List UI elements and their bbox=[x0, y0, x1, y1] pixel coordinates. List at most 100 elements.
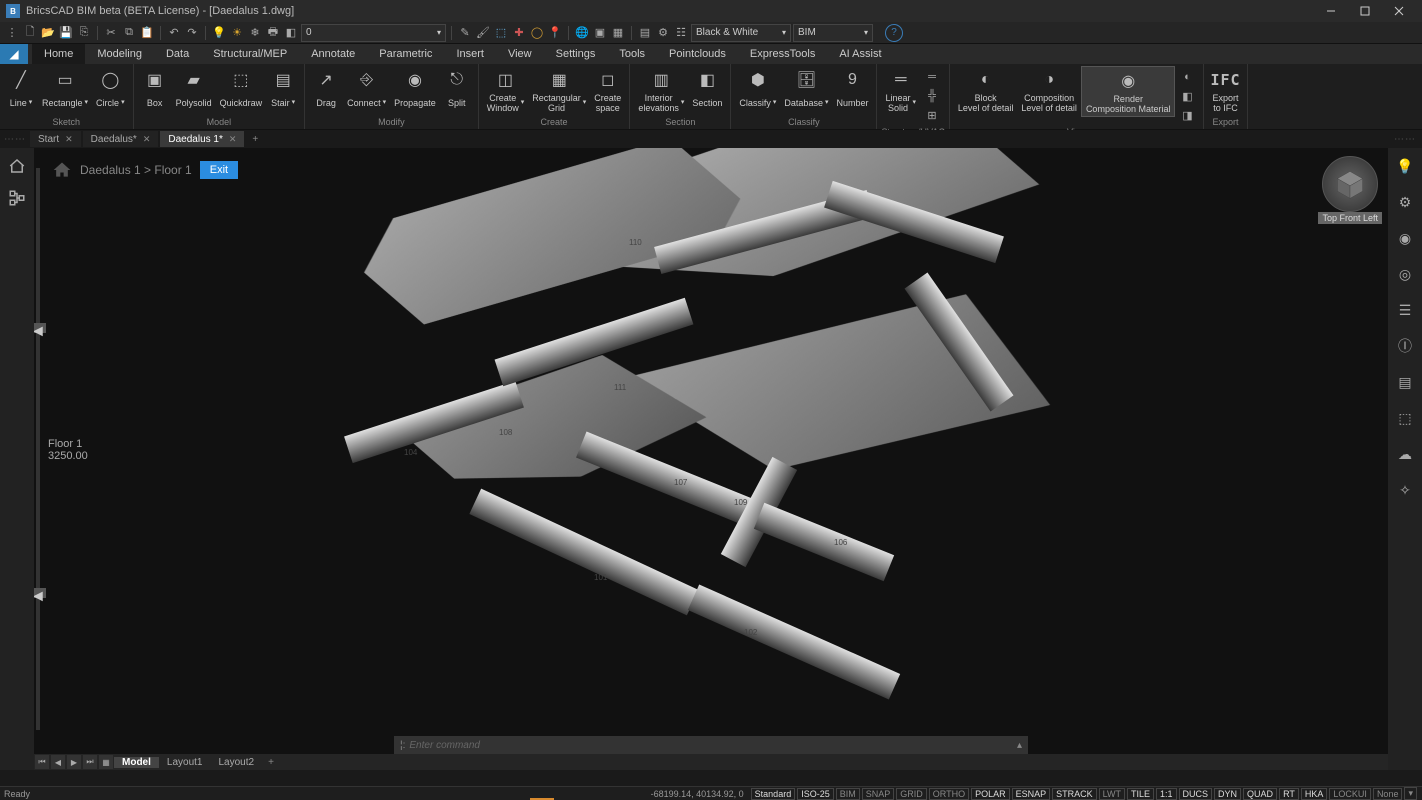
last-layout-button[interactable]: ⏭ bbox=[83, 755, 97, 769]
ribbon-tool-box[interactable]: ▣Box bbox=[138, 66, 172, 115]
ribbon-tool-rectangle[interactable]: ▭Rectangle▾ bbox=[38, 66, 92, 115]
ribbon-tool-linearsolid[interactable]: ═LinearSolid▾ bbox=[881, 66, 920, 115]
help-icon[interactable]: ? bbox=[885, 24, 903, 42]
visibility-icon[interactable]: ◎ bbox=[1393, 262, 1417, 286]
command-line[interactable]: ¦: Enter command ▴ bbox=[394, 736, 1028, 754]
freeze-icon[interactable]: ❄ bbox=[247, 25, 263, 41]
ribbon-tool-line[interactable]: ╱Line▾ bbox=[4, 66, 38, 115]
next-layout-button[interactable]: ▶ bbox=[67, 755, 81, 769]
crosshair-icon[interactable]: ✚ bbox=[511, 25, 527, 41]
status-current-layer[interactable]: None bbox=[1373, 788, 1403, 800]
menu-tab-modeling[interactable]: Modeling bbox=[85, 44, 154, 64]
status-toggle-ortho[interactable]: ORTHO bbox=[929, 788, 969, 800]
layout-tab-layout1[interactable]: Layout1 bbox=[159, 757, 211, 768]
ribbon-tool-connect[interactable]: ⎆Connect▾ bbox=[343, 66, 390, 115]
lasso-icon[interactable]: ◯ bbox=[529, 25, 545, 41]
document-tab[interactable]: Daedalus 1*✕ bbox=[160, 131, 244, 147]
status-toggle-grid[interactable]: GRID bbox=[896, 788, 927, 800]
sun-icon[interactable]: ☀ bbox=[229, 25, 245, 41]
menu-tab-expresstools[interactable]: ExpressTools bbox=[738, 44, 827, 64]
add-layout-button[interactable]: + bbox=[262, 757, 280, 768]
menu-tab-parametric[interactable]: Parametric bbox=[367, 44, 444, 64]
sheet-icon[interactable]: ▤ bbox=[637, 25, 653, 41]
sliders-icon[interactable]: ⚙ bbox=[1393, 190, 1417, 214]
ribbon-tool-polysolid[interactable]: ▰Polysolid bbox=[172, 66, 216, 115]
layout-grid-icon[interactable]: ▦ bbox=[99, 755, 113, 769]
visual-style-dropdown[interactable]: Black & White▾ bbox=[691, 24, 791, 42]
first-layout-button[interactable]: ⏮ bbox=[35, 755, 49, 769]
status-toggle-hka[interactable]: HKA bbox=[1301, 788, 1328, 800]
layout-tab-layout2[interactable]: Layout2 bbox=[210, 757, 262, 768]
match-icon[interactable]: ✎ bbox=[457, 25, 473, 41]
cut-icon[interactable]: ✂ bbox=[103, 25, 119, 41]
ribbon-tool-split[interactable]: ⎋Split bbox=[440, 66, 474, 115]
status-toggle-rt[interactable]: RT bbox=[1279, 788, 1299, 800]
save-all-icon[interactable]: ⎘ bbox=[76, 25, 92, 41]
save-icon[interactable]: 💾 bbox=[58, 25, 74, 41]
small-tool-icon[interactable]: ⊞ bbox=[922, 106, 942, 124]
ribbon-tool-quickdraw[interactable]: ⬚Quickdraw bbox=[216, 66, 267, 115]
ribbon-tool-classify[interactable]: ⬢Classify▾ bbox=[735, 66, 780, 115]
pin-icon[interactable]: ✧ bbox=[1393, 478, 1417, 502]
redo-icon[interactable]: ↷ bbox=[184, 25, 200, 41]
view-cube[interactable] bbox=[1322, 156, 1378, 212]
ribbon-tool-rectangulargrid[interactable]: ▦RectangularGrid▾ bbox=[528, 66, 590, 115]
menu-tab-aiassist[interactable]: AI Assist bbox=[827, 44, 893, 64]
exit-button[interactable]: Exit bbox=[200, 161, 238, 179]
ribbon-tool-rendercompositionmaterial[interactable]: ◉RenderComposition Material bbox=[1081, 66, 1176, 117]
slider-thumb-lower[interactable]: ◄ bbox=[34, 588, 46, 598]
ribbon-tool-stair[interactable]: ▤Stair▾ bbox=[266, 66, 300, 115]
layers-stack-icon[interactable]: ☰ bbox=[1393, 298, 1417, 322]
add-document-button[interactable]: + bbox=[246, 134, 264, 145]
status-toggle-strack[interactable]: STRACK bbox=[1052, 788, 1097, 800]
print-icon[interactable]: 🖶 bbox=[265, 25, 281, 41]
status-toggle-esnap[interactable]: ESNAP bbox=[1012, 788, 1051, 800]
light-icon[interactable]: 💡 bbox=[211, 25, 227, 41]
menu-tab-pointclouds[interactable]: Pointclouds bbox=[657, 44, 738, 64]
status-toggle-11[interactable]: 1:1 bbox=[1156, 788, 1177, 800]
slider-thumb-upper[interactable]: ◄ bbox=[34, 323, 46, 333]
brush-icon[interactable]: 🖌 bbox=[475, 25, 491, 41]
status-caret-icon[interactable]: ▾ bbox=[1404, 787, 1417, 800]
layer-states-icon[interactable]: ☷ bbox=[673, 25, 689, 41]
copy-icon[interactable]: ⧉ bbox=[121, 25, 137, 41]
close-tab-icon[interactable]: ✕ bbox=[65, 134, 73, 145]
status-toggle-ducs[interactable]: DUCS bbox=[1179, 788, 1213, 800]
menu-tab-home[interactable]: Home bbox=[32, 44, 85, 64]
status-toggle-lwt[interactable]: LWT bbox=[1099, 788, 1125, 800]
ribbon-tool-database[interactable]: 🗄Database▾ bbox=[780, 66, 832, 115]
status-toggle-dyn[interactable]: DYN bbox=[1214, 788, 1241, 800]
new-icon[interactable]: 🗋 bbox=[22, 25, 38, 41]
ribbon-tool-interiorelevations[interactable]: ▥Interiorelevations▾ bbox=[634, 66, 688, 115]
menu-tab-settings[interactable]: Settings bbox=[544, 44, 608, 64]
undo-icon[interactable]: ↶ bbox=[166, 25, 182, 41]
ribbon-tool-drag[interactable]: ↗Drag bbox=[309, 66, 343, 115]
menu-tab-tools[interactable]: Tools bbox=[607, 44, 657, 64]
menu-tab-annotate[interactable]: Annotate bbox=[299, 44, 367, 64]
close-tab-icon[interactable]: ✕ bbox=[143, 134, 151, 145]
close-tab-icon[interactable]: ✕ bbox=[229, 134, 237, 145]
status-toggle-polar[interactable]: POLAR bbox=[971, 788, 1010, 800]
sheets-icon[interactable]: ▤ bbox=[1393, 370, 1417, 394]
gear-icon[interactable]: ⚙ bbox=[655, 25, 671, 41]
menu-tab-view[interactable]: View bbox=[496, 44, 544, 64]
document-tab[interactable]: Start✕ bbox=[30, 131, 81, 147]
cloud-icon[interactable]: ☁ bbox=[1393, 442, 1417, 466]
open-icon[interactable]: 📂 bbox=[40, 25, 56, 41]
status-iso[interactable]: ISO-25 bbox=[797, 788, 834, 800]
box-3d-icon[interactable]: ⬚ bbox=[1393, 406, 1417, 430]
ribbon-tool-createspace[interactable]: ◻Createspace bbox=[590, 66, 625, 115]
app-menu-button[interactable]: ◢ bbox=[0, 44, 28, 64]
status-toggle-snap[interactable]: SNAP bbox=[862, 788, 895, 800]
ribbon-tool-number[interactable]: 9Number bbox=[832, 66, 872, 115]
view-small-icon[interactable]: ◧ bbox=[1177, 87, 1197, 105]
ribbon-tool-circle[interactable]: ◯Circle▾ bbox=[92, 66, 129, 115]
status-toggle-tile[interactable]: TILE bbox=[1127, 788, 1154, 800]
command-expand-icon[interactable]: ▴ bbox=[1017, 740, 1022, 751]
globe-icon[interactable]: 🌐 bbox=[574, 25, 590, 41]
document-tab[interactable]: Daedalus*✕ bbox=[83, 131, 159, 147]
select-icon[interactable]: ⬚ bbox=[493, 25, 509, 41]
menu-tab-data[interactable]: Data bbox=[154, 44, 201, 64]
cube-icon[interactable]: ▣ bbox=[592, 25, 608, 41]
ribbon-tool-compositionlevelofdetail[interactable]: ◑CompositionLevel of detail bbox=[1017, 66, 1081, 115]
